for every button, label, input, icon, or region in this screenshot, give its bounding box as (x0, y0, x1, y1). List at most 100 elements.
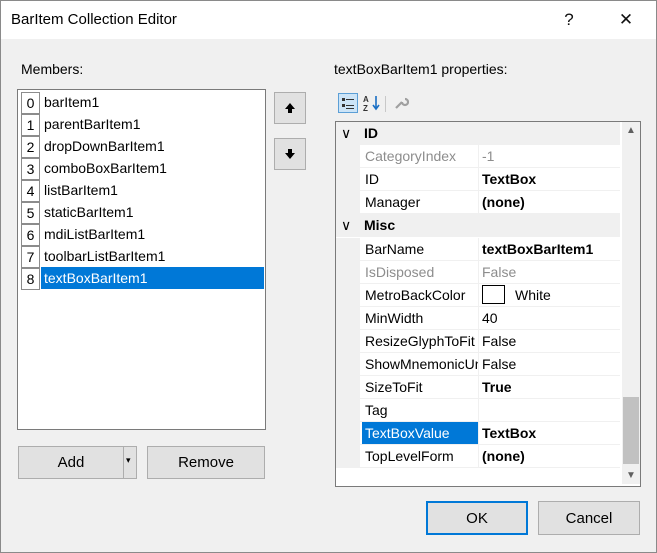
member-name: staticBarItem1 (44, 204, 134, 220)
member-index: 2 (21, 136, 40, 158)
svg-text:A: A (363, 95, 369, 104)
property-value[interactable]: (none) (478, 191, 620, 213)
row-gutter (336, 261, 360, 284)
property-value[interactable]: TextBox (478, 422, 620, 444)
property-row[interactable]: TopLevelForm (none) (336, 445, 620, 468)
close-button[interactable]: ✕ (612, 7, 640, 33)
member-item[interactable]: 8 textBoxBarItem1 (19, 267, 264, 290)
property-value[interactable]: False (478, 261, 620, 283)
property-row[interactable]: ResizeGlyphToFit False (336, 330, 620, 353)
member-index: 0 (21, 92, 40, 114)
property-name: CategoryIndex (365, 148, 457, 164)
member-item[interactable]: 1 parentBarItem1 (19, 113, 264, 136)
split-divider (123, 447, 124, 478)
arrow-up-icon (285, 103, 295, 113)
properties-label: textBoxBarItem1 properties: (334, 61, 508, 77)
member-item[interactable]: 5 staticBarItem1 (19, 201, 264, 224)
chevron-down-icon[interactable]: ▾ (126, 455, 131, 466)
property-pages-icon[interactable] (391, 93, 411, 113)
remove-button[interactable]: Remove (147, 446, 265, 479)
toolbar-separator (385, 96, 386, 112)
svg-text:Z: Z (363, 104, 368, 112)
member-index: 3 (21, 158, 40, 180)
chevron-down-icon[interactable]: ∨ (341, 122, 351, 144)
members-label: Members: (21, 61, 84, 77)
add-button-label: Add (57, 454, 85, 471)
property-value[interactable]: False (478, 330, 620, 352)
chevron-down-icon[interactable]: ∨ (341, 214, 351, 236)
property-name: Manager (365, 194, 421, 210)
move-up-button[interactable] (274, 92, 306, 124)
property-name: Tag (365, 402, 388, 418)
property-value-text: White (515, 287, 551, 303)
scroll-down-icon[interactable]: ▼ (622, 467, 640, 484)
member-item[interactable]: 4 listBarItem1 (19, 179, 264, 202)
property-value[interactable]: False (478, 353, 620, 375)
property-value[interactable]: (none) (478, 445, 620, 467)
property-value[interactable]: TextBox (478, 168, 620, 190)
property-name: MinWidth (365, 310, 424, 326)
property-name: MetroBackColor (365, 287, 466, 303)
property-row[interactable]: Manager (none) (336, 191, 620, 214)
member-index: 8 (21, 268, 40, 290)
row-gutter (336, 422, 360, 445)
sort-alphabetical-icon[interactable]: AZ (362, 93, 382, 113)
property-value[interactable] (478, 399, 620, 421)
categorized-icon[interactable] (338, 93, 358, 113)
member-name: toolbarListBarItem1 (44, 248, 166, 264)
ok-button[interactable]: OK (426, 501, 528, 535)
member-item[interactable]: 6 mdiListBarItem1 (19, 223, 264, 246)
member-item[interactable]: 2 dropDownBarItem1 (19, 135, 264, 158)
property-name: IsDisposed (365, 264, 435, 280)
member-index: 1 (21, 114, 40, 136)
property-row[interactable]: Tag (336, 399, 620, 422)
property-row[interactable]: MetroBackColor White (336, 284, 620, 307)
category-row[interactable]: ∨ Misc (336, 214, 620, 237)
property-row[interactable]: MinWidth 40 (336, 307, 620, 330)
arrow-down-icon (285, 149, 295, 159)
member-item[interactable]: 3 comboBoxBarItem1 (19, 157, 264, 180)
property-value[interactable]: True (478, 376, 620, 398)
cancel-button[interactable]: Cancel (538, 501, 640, 535)
row-gutter (336, 145, 360, 168)
scroll-up-icon[interactable]: ▲ (622, 122, 640, 139)
category-row[interactable]: ∨ ID (336, 122, 620, 145)
member-index: 6 (21, 224, 40, 246)
member-name: dropDownBarItem1 (44, 138, 165, 154)
member-name: comboBoxBarItem1 (44, 160, 167, 176)
row-gutter (336, 399, 360, 422)
property-value[interactable]: -1 (478, 145, 620, 167)
members-list[interactable]: 0 barItem1 1 parentBarItem1 2 dropDownBarItem… (17, 89, 266, 430)
member-item[interactable]: 0 barItem1 (19, 91, 264, 114)
category-name: Misc (364, 217, 396, 233)
property-value[interactable]: textBoxBarItem1 (478, 238, 620, 260)
property-row[interactable]: IsDisposed False (336, 261, 620, 284)
property-row[interactable]: SizeToFit True (336, 376, 620, 399)
help-button[interactable]: ? (555, 7, 583, 33)
member-name: textBoxBarItem1 (41, 267, 264, 289)
member-name: barItem1 (44, 94, 100, 110)
add-button[interactable]: Add ▾ (18, 446, 137, 479)
move-down-button[interactable] (274, 138, 306, 170)
property-name: ShowMnemonicUnderline (365, 356, 479, 372)
row-gutter (336, 353, 360, 376)
property-name: BarName (365, 241, 425, 257)
property-row[interactable]: CategoryIndex -1 (336, 145, 620, 168)
vertical-scrollbar[interactable]: ▲ ▼ (622, 122, 640, 484)
scrollbar-thumb[interactable] (623, 397, 639, 464)
row-gutter (336, 376, 360, 399)
category-name: ID (364, 125, 378, 141)
member-item[interactable]: 7 toolbarListBarItem1 (19, 245, 264, 268)
property-name: ResizeGlyphToFit (365, 333, 475, 349)
property-name: TopLevelForm (365, 448, 454, 464)
property-grid[interactable]: ∨ ID CategoryIndex -1 ID TextBox Manager (none)… (335, 121, 641, 487)
property-value[interactable]: White (478, 284, 620, 306)
property-row[interactable]: TextBoxValue TextBox (336, 422, 620, 445)
property-name: ID (365, 171, 379, 187)
property-row[interactable]: BarName textBoxBarItem1 (336, 238, 620, 261)
property-row[interactable]: ShowMnemonicUnderlineFalse (336, 353, 620, 376)
property-value[interactable]: 40 (478, 307, 620, 329)
member-name: listBarItem1 (44, 182, 118, 198)
property-row[interactable]: ID TextBox (336, 168, 620, 191)
collection-editor-dialog: BarItem Collection Editor ? ✕ Members: 0… (0, 0, 657, 553)
